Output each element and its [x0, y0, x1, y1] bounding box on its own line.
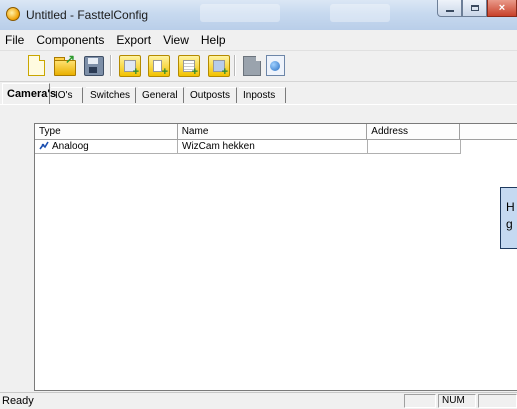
maximize-button[interactable]: [462, 0, 487, 17]
column-header-address[interactable]: Address: [367, 124, 461, 140]
cell-type: Analoog: [35, 140, 178, 154]
new-document-icon: [28, 55, 45, 76]
tab-strip: Camera's IO's Switches General Outposts …: [0, 82, 517, 104]
taskbar-blur: [330, 4, 390, 22]
minimize-icon: [445, 9, 454, 12]
status-text: Ready: [2, 395, 34, 407]
menu-help[interactable]: Help: [195, 33, 232, 47]
add-switch-button[interactable]: +: [177, 54, 200, 78]
tab-outposts[interactable]: Outposts: [186, 87, 237, 103]
menu-file[interactable]: File: [0, 33, 30, 47]
add-io-button[interactable]: +: [147, 54, 170, 78]
column-header-type[interactable]: Type: [35, 124, 178, 140]
tab-panel: Type Name Address Analoog WizCam hekken: [0, 104, 517, 393]
callout-line-2: g: [506, 217, 513, 231]
save-button[interactable]: [82, 54, 104, 76]
app-logo-icon: [6, 7, 20, 21]
toolbar-separator: [234, 55, 236, 76]
window-title: Untitled - FasttelConfig: [26, 8, 149, 22]
maximize-icon: [470, 5, 479, 11]
tab-switches[interactable]: Switches: [86, 87, 136, 103]
add-camera-icon: +: [119, 55, 141, 78]
column-header-extra[interactable]: [460, 124, 517, 140]
status-num: NUM: [438, 394, 476, 408]
callout-line-1: H: [506, 200, 515, 214]
close-button[interactable]: ×: [487, 0, 517, 17]
add-io-icon: +: [148, 55, 170, 78]
tab-ios[interactable]: IO's: [51, 87, 83, 103]
camera-type-icon: [39, 141, 49, 150]
status-pane-empty: [478, 394, 517, 408]
export-button[interactable]: [264, 54, 286, 76]
add-outpost-icon: +: [208, 55, 230, 78]
menu-view[interactable]: View: [157, 33, 195, 47]
minimize-button[interactable]: [437, 0, 462, 17]
menu-bar: File Components Export View Help: [0, 30, 517, 51]
menu-components[interactable]: Components: [30, 33, 110, 47]
gray-document-button[interactable]: [240, 54, 262, 76]
callout-overlay: H g: [500, 187, 517, 249]
add-switch-icon: +: [178, 55, 200, 78]
save-icon: [84, 56, 104, 76]
status-bar: Ready NUM: [0, 392, 517, 409]
close-icon: ×: [498, 2, 506, 14]
cell-address: [368, 140, 461, 154]
column-header-name[interactable]: Name: [177, 124, 368, 140]
toolbar: ↗ + + + +: [0, 51, 517, 82]
status-pane-empty: [404, 394, 436, 408]
tab-inposts[interactable]: Inposts: [239, 87, 286, 103]
tab-cameras[interactable]: Camera's: [2, 83, 56, 104]
gray-document-icon: [243, 56, 261, 76]
camera-list[interactable]: Type Name Address Analoog WizCam hekken: [34, 123, 517, 391]
cell-name: WizCam hekken: [178, 140, 368, 154]
open-button[interactable]: ↗: [53, 53, 76, 76]
tab-general[interactable]: General: [138, 87, 184, 103]
table-row[interactable]: Analoog WizCam hekken: [35, 140, 461, 154]
window-controls: ×: [437, 0, 517, 22]
window-title-bar[interactable]: Untitled - FasttelConfig ×: [0, 0, 517, 31]
globe-export-icon: [266, 55, 285, 76]
menu-export[interactable]: Export: [110, 33, 157, 47]
list-header: Type Name Address: [35, 124, 517, 140]
cell-type-text: Analoog: [52, 141, 89, 152]
taskbar-blur: [200, 4, 280, 22]
add-outpost-button[interactable]: +: [207, 54, 230, 78]
add-camera-button[interactable]: +: [118, 54, 141, 78]
new-button[interactable]: [26, 54, 48, 76]
toolbar-separator: [110, 55, 112, 76]
